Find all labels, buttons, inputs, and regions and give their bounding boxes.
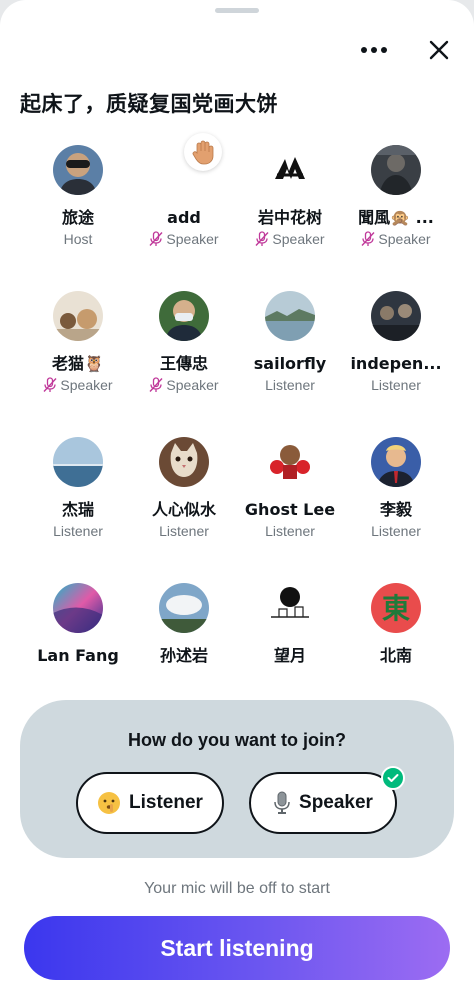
participant-role: Listener [343,521,449,541]
space-title: 起床了，质疑复国党画大饼 [20,92,278,116]
participant-role: Listener [343,375,449,395]
role-label: Speaker [166,377,219,393]
join-options-card: How do you want to join? Listener Speake… [20,700,454,858]
participant-role: Speaker [343,229,449,249]
participant-name: indepen... [350,354,442,373]
participant-role: Listener [25,521,131,541]
participant-card[interactable]: 李毅 Listener [343,432,449,541]
participant-name: 老猫🦉 [52,354,104,373]
participant-name: Ghost Lee [244,500,336,519]
participant-card[interactable]: Ghost Lee Listener [237,432,343,541]
avatar[interactable] [53,291,103,341]
role-label: Listener [53,523,103,539]
role-label: Listener [371,523,421,539]
join-as-speaker-button[interactable]: Speaker [249,766,405,834]
avatar[interactable] [53,437,103,487]
participant-role: Host [25,229,131,249]
participant-role: Listener [131,521,237,541]
participant-role: Speaker [25,375,131,395]
shushing-face-icon [98,792,121,814]
role-label: Speaker [166,231,219,247]
participant-role: Listener [237,375,343,395]
participant-name: 李毅 [379,500,412,519]
participant-card[interactable]: indepen... Listener [343,286,449,395]
participant-role [237,667,343,687]
drag-handle[interactable] [215,8,259,13]
space-sheet: 起床了，质疑复国党画大饼 旅途 Host add Speaker 岩中花树 Speaker… [0,0,474,994]
mic-off-notice: Your mic will be off to start [144,880,330,897]
checkmark-icon [381,766,405,790]
mic-muted-icon [255,231,269,247]
close-icon[interactable] [422,34,456,66]
speaker-option-label: Speaker [299,792,373,813]
avatar[interactable] [371,437,421,487]
role-label: Listener [371,377,421,393]
avatar[interactable] [371,291,421,341]
participant-name: 人心似水 [151,500,216,519]
avatar[interactable] [159,583,209,633]
join-as-listener-button[interactable]: Listener [76,772,224,834]
mic-muted-icon [361,231,375,247]
participant-card[interactable]: 望月 [237,578,343,687]
participant-card[interactable]: 東北南 [343,578,449,687]
participant-role [131,667,237,687]
mic-muted-icon [149,377,163,393]
role-label: Host [63,231,93,247]
participant-role [25,667,131,687]
role-label: Speaker [60,377,113,393]
participant-name: 旅途 [61,208,94,227]
avatar[interactable] [265,437,315,487]
participant-card[interactable]: 岩中花树 Speaker [237,140,343,249]
listener-option-label: Listener [129,792,203,813]
avatar[interactable] [265,291,315,341]
avatar[interactable] [265,583,315,633]
mic-muted-icon [149,231,163,247]
avatar[interactable] [159,291,209,341]
participant-name: Lan Fang [37,646,119,665]
avatar[interactable] [53,583,103,633]
participant-card[interactable]: 老猫🦉 Speaker [25,286,131,395]
participant-role: Speaker [131,229,237,249]
start-listening-button[interactable]: Start listening [24,916,450,980]
participant-card[interactable]: 王傳忠 Speaker [131,286,237,395]
participant-name: add [167,208,201,227]
avatar[interactable]: 東 [371,583,421,633]
participant-card[interactable]: sailorfly Listener [237,286,343,395]
role-label: Speaker [378,231,431,247]
participant-name: 望月 [273,646,306,665]
participant-role: Speaker [131,375,237,395]
role-label: Speaker [272,231,325,247]
role-label: Listener [159,523,209,539]
participant-role: Speaker [237,229,343,249]
participant-card[interactable]: 孙述岩 [131,578,237,687]
participant-name: 孙述岩 [159,646,208,665]
microphone-icon [274,791,290,814]
participant-name: 岩中花树 [257,208,322,227]
raised-hand-icon [184,133,222,171]
more-icon[interactable] [357,34,391,66]
avatar[interactable] [265,145,315,195]
participant-card[interactable]: 杰瑞 Listener [25,432,131,541]
role-label: Listener [265,377,315,393]
participant-name: 王傳忠 [159,354,208,373]
participant-card[interactable]: Lan Fang [25,578,131,687]
role-label: Listener [265,523,315,539]
participant-role [343,667,449,687]
participant-role: Listener [237,521,343,541]
avatar[interactable] [371,145,421,195]
avatar[interactable] [53,145,103,195]
participant-name: 北南 [379,646,412,665]
mic-muted-icon [43,377,57,393]
participant-name: 聞風🙊 ... [358,208,434,227]
participant-name: sailorfly [253,354,327,373]
participant-card[interactable]: 聞風🙊 ... Speaker [343,140,449,249]
participant-name: 杰瑞 [61,500,94,519]
participant-card[interactable]: 人心似水 Listener [131,432,237,541]
svg-text:東: 東 [382,592,410,625]
participant-card[interactable]: 旅途 Host [25,140,131,249]
avatar[interactable] [159,437,209,487]
join-question: How do you want to join? [128,730,346,750]
